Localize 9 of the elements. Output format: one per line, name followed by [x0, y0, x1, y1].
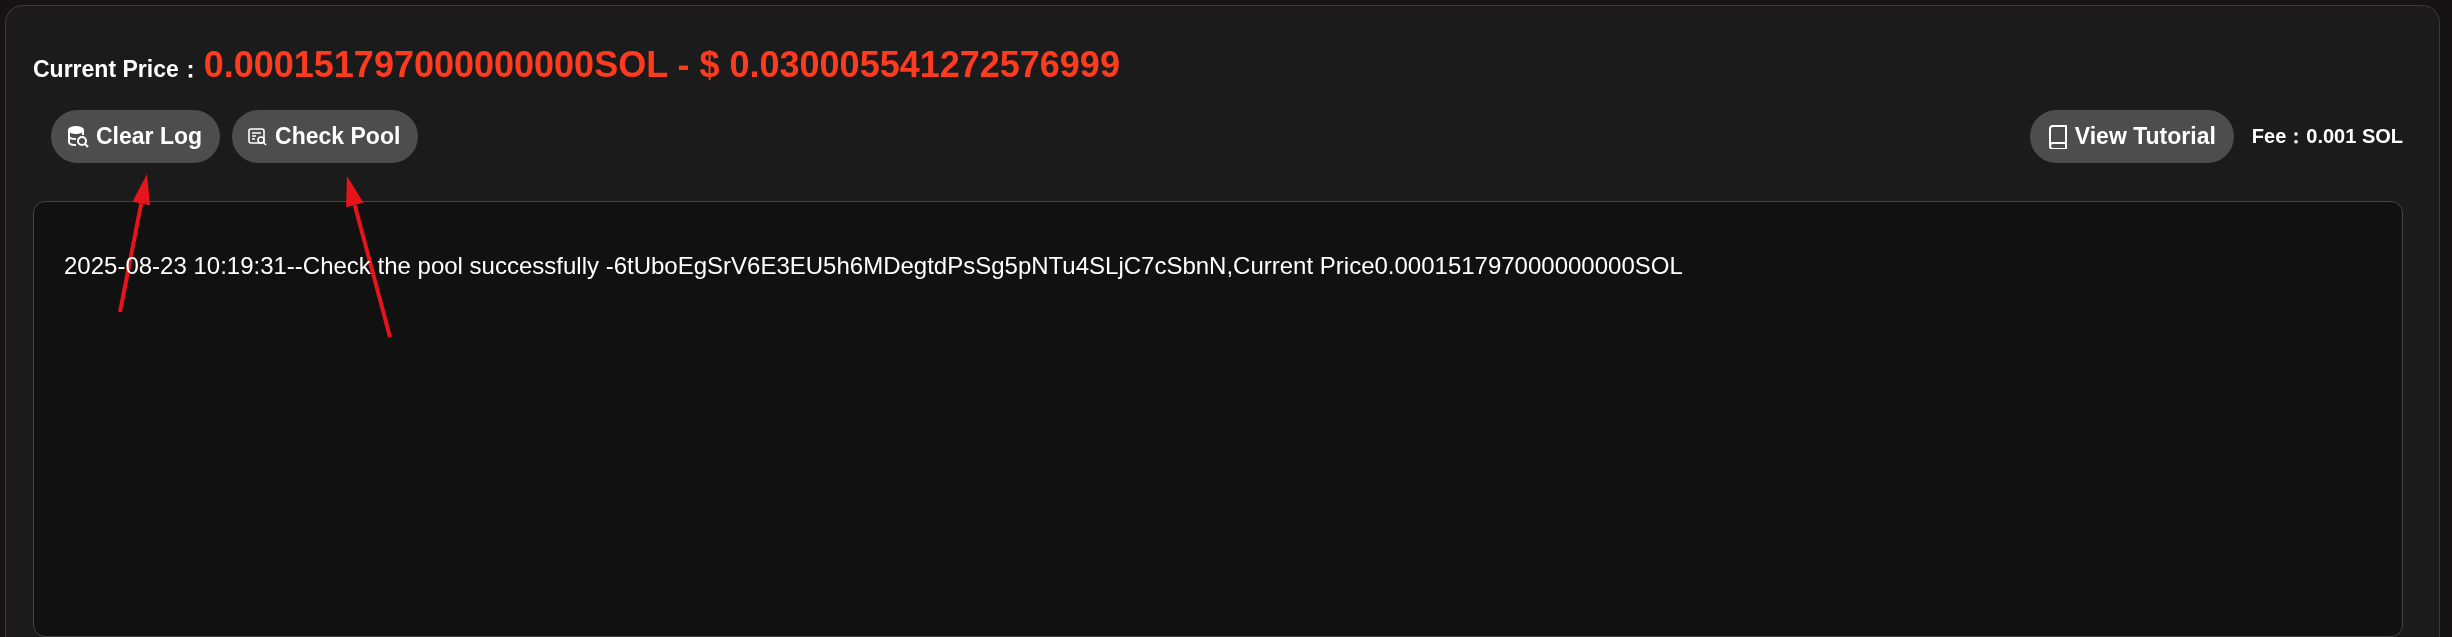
fee-value: 0.001 SOL	[2306, 125, 2403, 148]
price-value: 0.000151797000000000SOL - $ 0.030005541272576999	[203, 44, 1120, 86]
price-label: Current Price：	[33, 55, 202, 84]
document-search-icon	[248, 126, 269, 147]
fee-label: Fee：	[2251, 124, 2307, 149]
tutorial-button[interactable]: View Tutorial	[2029, 110, 2234, 163]
database-search-icon	[67, 124, 89, 149]
toolbar-button[interactable]: Clear Log	[51, 110, 221, 163]
toolbar-button[interactable]: Check Pool	[232, 110, 419, 163]
